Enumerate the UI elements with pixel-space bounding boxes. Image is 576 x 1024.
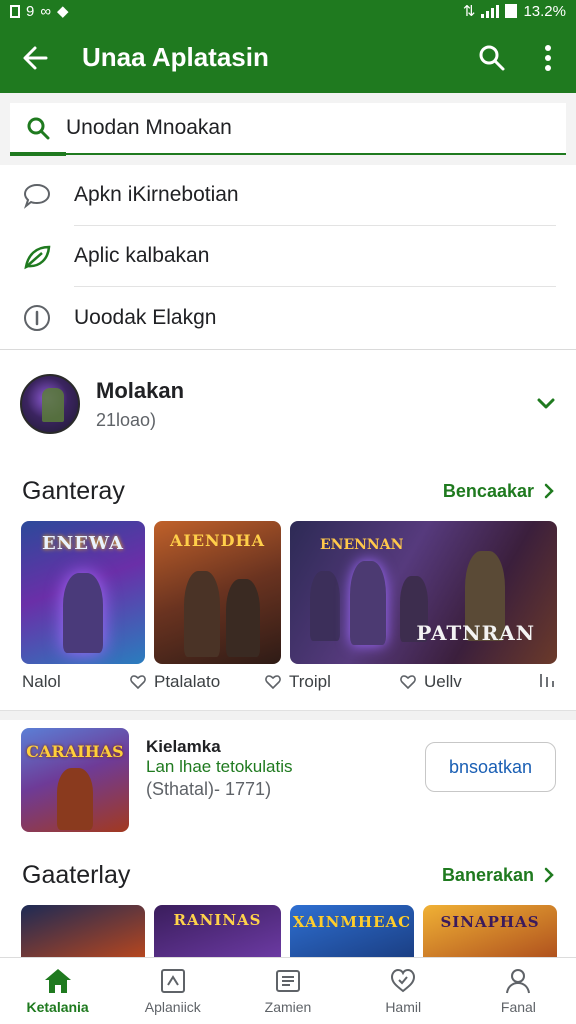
section-title: Ganteray	[22, 476, 125, 505]
app-bar: Unaa Aplatasin	[0, 22, 576, 93]
search-input[interactable]	[66, 116, 526, 140]
sync-icon: ∞	[40, 2, 52, 20]
suggestion-label: Apkn iKirnebotian	[74, 165, 556, 226]
account-row[interactable]: Molakan 21loao)	[0, 350, 576, 458]
nav-label: Ketalania	[26, 999, 89, 1015]
see-more-label: Bencaakar	[442, 480, 534, 501]
search-icon	[479, 45, 505, 70]
heart-outline-icon	[400, 675, 416, 689]
person-icon	[506, 969, 531, 994]
signal-icon	[481, 4, 500, 18]
suggestion-item[interactable]: Apkn iKirnebotian	[0, 165, 576, 226]
game-art	[226, 579, 260, 657]
game-card[interactable]: SINAPHAS	[423, 905, 557, 957]
game-card[interactable]: XAINMHEAC	[290, 905, 414, 957]
game-card-title: SINAPHAS	[440, 913, 540, 931]
nav-label: Fanal	[500, 999, 536, 1015]
game-card-title: XAINMHEAC	[292, 913, 412, 931]
nav-label: Zamien	[264, 999, 312, 1015]
game-label: Ptalalato	[130, 672, 220, 692]
game-card-title: AIENDHA	[169, 531, 266, 550]
see-more-label: Banerakan	[441, 864, 534, 885]
game-art	[184, 571, 220, 657]
game-label: Uellv	[400, 672, 462, 692]
heart-outline-icon	[130, 675, 146, 689]
suggestion-label: Uoodak Elakgn	[74, 305, 217, 329]
chevron-down-icon[interactable]	[516, 398, 576, 410]
game-card[interactable]: RANINAS	[154, 905, 281, 957]
location-icon: ◆	[57, 3, 69, 20]
home-icon	[44, 969, 71, 993]
suggestion-item[interactable]: Uoodak Elakgn	[0, 287, 576, 348]
game-card[interactable]: ENEWA	[21, 521, 145, 664]
search-area	[0, 93, 576, 165]
section-separator	[0, 710, 576, 720]
featured-app[interactable]: CARAIHAS Kielamka Lan lhae tetokulatis (…	[0, 721, 576, 841]
bookmark-icon[interactable]	[538, 672, 556, 688]
nav-label: Hamil	[385, 999, 422, 1015]
app-meta: (Sthatal)- 1771)	[146, 779, 272, 799]
apps-icon	[160, 969, 185, 993]
nav-item-favorites[interactable]: Hamil	[346, 958, 461, 1024]
search-button[interactable]	[464, 22, 520, 93]
status-left-text: 9	[26, 2, 35, 20]
more-vert-icon	[545, 44, 551, 71]
battery-icon	[505, 4, 518, 18]
app-subtitle: Lan lhae tetokulatis	[146, 757, 293, 776]
game-art	[63, 573, 103, 653]
game-card-title: RANINAS	[173, 911, 262, 929]
heart-outline-icon	[265, 675, 281, 689]
suggestion-item[interactable]: Aplic kalbakan	[0, 226, 576, 287]
list-icon	[276, 970, 300, 992]
nav-label: Aplaniick	[144, 999, 201, 1015]
nav-item-profile[interactable]: Fanal	[461, 958, 576, 1024]
account-subtitle: 21loao)	[96, 409, 157, 430]
search-box[interactable]	[10, 103, 566, 156]
section-header: Gaaterlay Banerakan	[0, 850, 576, 900]
game-labels: Nalol Ptalalato Troipl Uellv	[0, 672, 576, 700]
notification-icon	[10, 4, 20, 18]
game-card-title: PATNRAN	[416, 621, 535, 645]
wifi-icon: ⇅	[462, 3, 476, 20]
chevron-right-icon	[544, 483, 554, 499]
install-button[interactable]: bnsoatkan	[425, 742, 556, 792]
leaf-icon	[0, 243, 74, 271]
heart-icon	[391, 968, 416, 993]
status-bar: 9 ∞ ◆ ⇅ 13.2%	[0, 0, 576, 22]
app-title: Kielamka	[146, 737, 221, 756]
game-label: Troipl	[265, 672, 331, 692]
app-icon: CARAIHAS	[21, 728, 129, 832]
chat-icon	[0, 182, 74, 210]
game-card-subtitle: ENENNAN	[320, 537, 404, 553]
search-field-icon	[10, 116, 66, 140]
see-more-link[interactable]: Banerakan	[442, 865, 554, 886]
suggestion-label: Aplic kalbakan	[74, 226, 556, 287]
suggestion-list: Apkn iKirnebotian Aplic kalbakan Uoodak …	[0, 165, 576, 349]
section-title: Gaaterlay	[22, 860, 131, 889]
bottom-navigation: Ketalania Aplaniick Zamien Hamil Fanal	[0, 957, 576, 1024]
battery-percent: 13.2%	[523, 2, 566, 20]
nav-item-apps[interactable]: Aplaniick	[115, 958, 230, 1024]
game-label: Nalol	[22, 672, 61, 691]
game-card[interactable]: ENENNAN PATNRAN	[290, 521, 557, 664]
chevron-right-icon	[544, 867, 554, 883]
search-focus-indicator	[10, 152, 66, 156]
back-button[interactable]	[0, 22, 70, 93]
game-card-title: ENEWA	[42, 533, 124, 554]
nav-item-home[interactable]: Ketalania	[0, 958, 115, 1024]
arrow-left-icon	[23, 46, 48, 69]
game-art	[57, 768, 93, 830]
section-header: Ganteray Bencaakar	[0, 466, 576, 516]
app-icon-title: CARAIHAS	[26, 742, 124, 761]
nav-item-list[interactable]: Zamien	[230, 958, 345, 1024]
avatar	[20, 374, 80, 434]
game-card[interactable]	[21, 905, 145, 957]
game-card[interactable]: AIENDHA	[154, 521, 281, 664]
see-more-link[interactable]: Bencaakar	[443, 481, 554, 502]
page-title: Unaa Aplatasin	[82, 42, 269, 72]
account-name: Molakan	[96, 377, 185, 403]
more-options-button[interactable]	[520, 22, 576, 93]
info-icon	[0, 303, 74, 333]
